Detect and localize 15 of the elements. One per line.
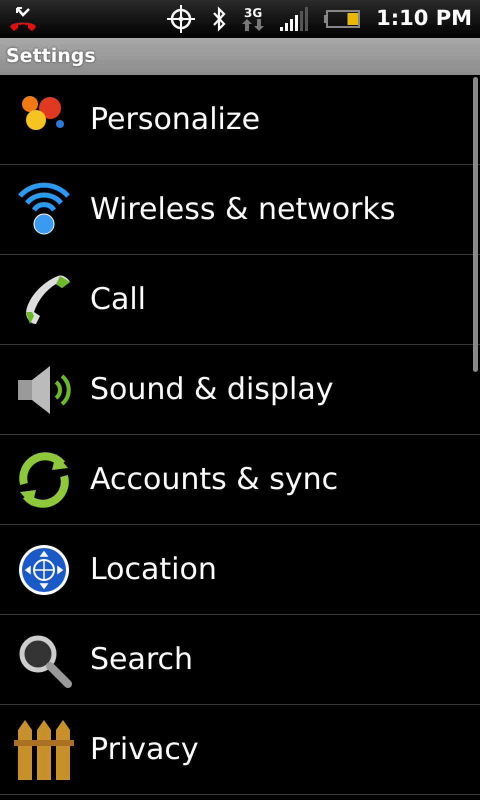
- data-arrows-icon: [242, 19, 264, 31]
- fence-icon: [14, 720, 74, 780]
- signal-icon: [280, 7, 308, 31]
- settings-item[interactable]: Location: [0, 525, 480, 615]
- gps-icon: [166, 4, 196, 34]
- clock-time: 1:10 PM: [376, 5, 472, 32]
- settings-item[interactable]: Accounts & sync: [0, 435, 480, 525]
- network-label: 3G: [244, 7, 262, 19]
- settings-item[interactable]: Search: [0, 615, 480, 705]
- settings-item[interactable]: Privacy: [0, 705, 480, 795]
- screen-title: Settings: [0, 38, 480, 75]
- settings-item[interactable]: Sound & display: [0, 345, 480, 435]
- battery-icon: [324, 10, 360, 28]
- missed-call-icon: [8, 5, 38, 33]
- bluetooth-icon: [212, 6, 226, 32]
